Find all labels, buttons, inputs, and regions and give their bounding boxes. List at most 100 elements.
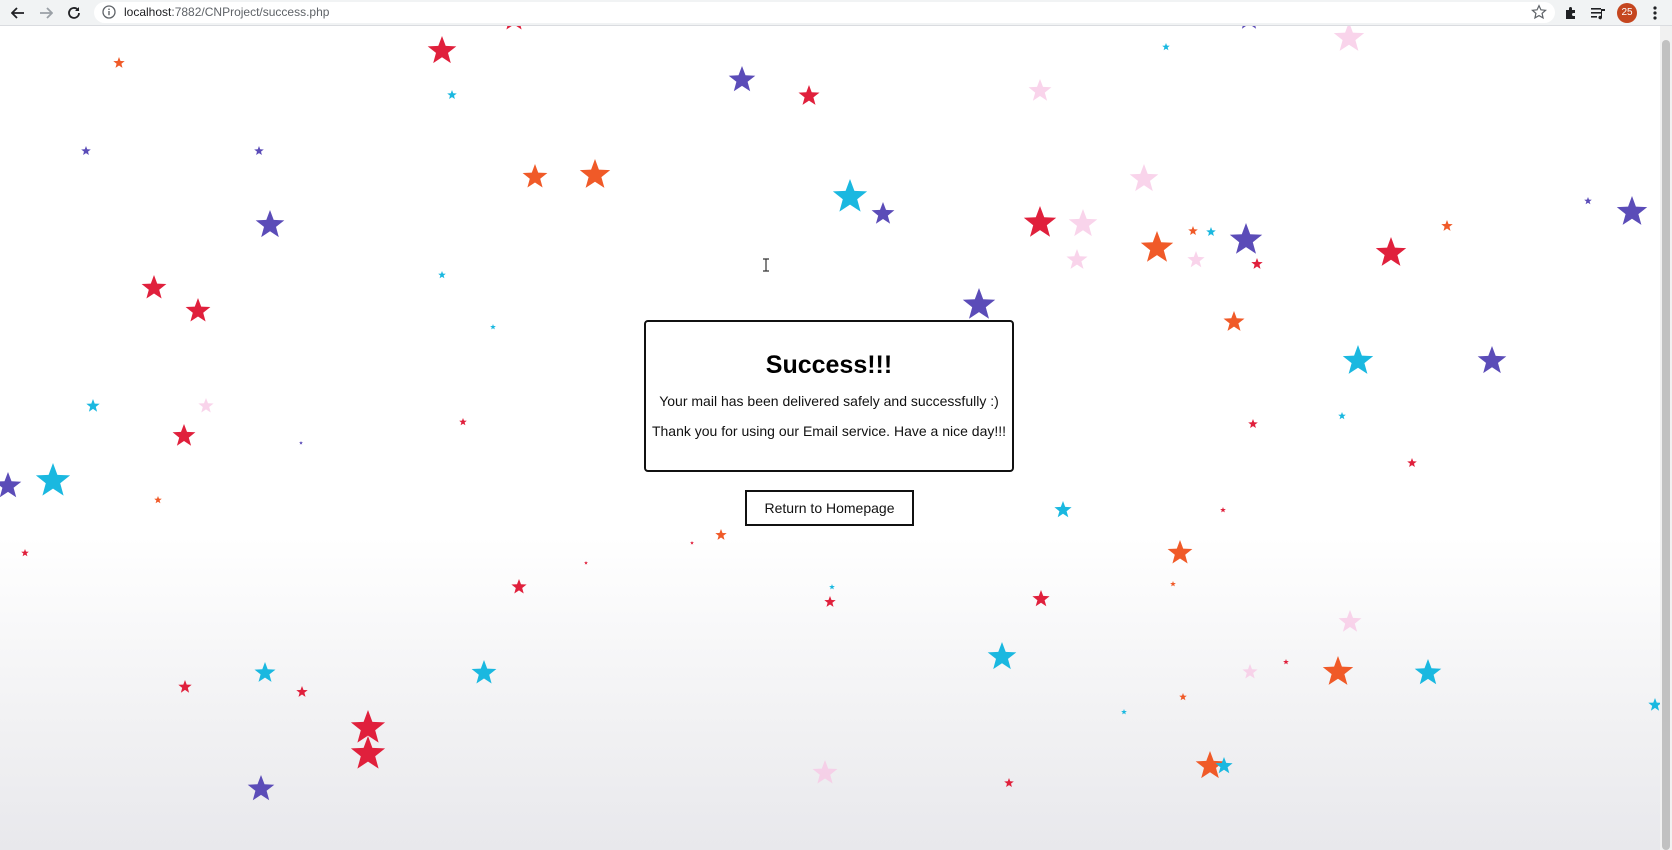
confetti-star-icon bbox=[1032, 590, 1050, 607]
confetti-star-icon bbox=[1066, 249, 1088, 269]
confetti-star-icon bbox=[1283, 659, 1289, 665]
confetti-star-icon bbox=[1206, 227, 1216, 236]
url-path: :7882/CNProject/success.php bbox=[171, 5, 330, 19]
confetti-star-icon bbox=[690, 541, 694, 545]
confetti-star-icon bbox=[1242, 664, 1258, 679]
confetti-star-icon bbox=[506, 26, 522, 30]
confetti-star-icon bbox=[1342, 345, 1374, 374]
confetti-star-icon bbox=[1129, 164, 1159, 192]
confetti-star-icon bbox=[1414, 659, 1442, 685]
confetti-star-icon bbox=[1333, 26, 1365, 51]
extensions-icon[interactable] bbox=[1561, 3, 1581, 23]
reload-icon[interactable] bbox=[64, 3, 84, 23]
confetti-star-icon bbox=[35, 463, 71, 496]
confetti-star-icon bbox=[1215, 757, 1233, 774]
confetti-star-icon bbox=[824, 596, 836, 607]
confetti-star-icon bbox=[1322, 656, 1354, 685]
confetti-star-icon bbox=[1407, 458, 1417, 467]
confetti-star-icon bbox=[871, 202, 895, 224]
vertical-scrollbar[interactable] bbox=[1660, 26, 1672, 850]
url-text: localhost:7882/CNProject/success.php bbox=[124, 5, 329, 20]
confetti-star-icon bbox=[715, 529, 727, 540]
confetti-star-icon bbox=[522, 164, 548, 188]
confetti-star-icon bbox=[81, 146, 91, 155]
info-icon[interactable] bbox=[102, 5, 116, 24]
confetti-star-icon bbox=[1477, 346, 1507, 374]
menu-kebab-icon[interactable] bbox=[1645, 3, 1665, 23]
confetti-star-icon bbox=[1616, 196, 1648, 225]
confetti-star-icon bbox=[459, 418, 467, 426]
confetti-star-icon bbox=[86, 399, 100, 412]
confetti-star-icon bbox=[154, 496, 162, 504]
confetti-star-icon bbox=[832, 179, 868, 212]
confetti-star-icon bbox=[1162, 43, 1170, 51]
thank-you-message: Thank you for using our Email service. H… bbox=[651, 423, 1007, 439]
confetti-star-icon bbox=[1241, 26, 1257, 29]
confetti-star-icon bbox=[1229, 223, 1263, 254]
confetti-star-icon bbox=[1054, 501, 1072, 518]
return-to-homepage-button[interactable]: Return to Homepage bbox=[745, 490, 914, 526]
confetti-star-icon bbox=[172, 424, 196, 446]
confetti-star-icon bbox=[1028, 79, 1052, 101]
confetti-star-icon bbox=[1121, 709, 1127, 715]
confetti-star-icon bbox=[1375, 237, 1407, 266]
confetti-star-icon bbox=[254, 662, 276, 682]
confetti-star-icon bbox=[1220, 507, 1226, 513]
confetti-star-icon bbox=[1223, 311, 1245, 331]
confetti-star-icon bbox=[511, 579, 527, 594]
confetti-star-icon bbox=[247, 775, 275, 801]
confetti-star-icon bbox=[296, 686, 308, 697]
confetti-star-icon bbox=[198, 398, 214, 413]
confetti-star-icon bbox=[1248, 419, 1258, 428]
confetti-star-icon bbox=[141, 275, 167, 299]
confetti-star-icon bbox=[1023, 206, 1057, 237]
delivery-message: Your mail has been delivered safely and … bbox=[659, 393, 999, 409]
confetti-star-icon bbox=[255, 210, 285, 238]
confetti-star-icon bbox=[185, 298, 211, 322]
confetti-star-icon bbox=[490, 324, 496, 330]
confetti-star-icon bbox=[113, 57, 125, 68]
confetti-star-icon bbox=[1179, 693, 1187, 701]
confetti-star-icon bbox=[829, 584, 835, 590]
confetti-star-icon bbox=[812, 760, 838, 784]
confetti-star-icon bbox=[1338, 610, 1362, 632]
text-cursor-icon bbox=[762, 258, 770, 277]
confetti-star-icon bbox=[1648, 698, 1660, 711]
browser-toolbar: localhost:7882/CNProject/success.php 25 bbox=[0, 0, 1672, 26]
confetti-star-icon bbox=[1441, 220, 1453, 231]
confetti-star-icon bbox=[962, 288, 996, 319]
confetti-star-icon bbox=[0, 472, 22, 498]
url-host: localhost bbox=[124, 5, 172, 19]
confetti-star-icon bbox=[798, 85, 820, 105]
confetti-star-icon bbox=[1584, 197, 1592, 205]
confetti-star-icon bbox=[178, 680, 192, 693]
confetti-star-icon bbox=[1188, 226, 1198, 235]
success-card: Success!!! Your mail has been delivered … bbox=[644, 320, 1014, 472]
confetti-star-icon bbox=[1170, 581, 1176, 587]
confetti-star-icon bbox=[447, 90, 457, 99]
confetti-star-icon bbox=[1251, 258, 1263, 269]
confetti-star-icon bbox=[728, 66, 756, 92]
confetti-star-icon bbox=[350, 736, 386, 769]
media-queue-icon[interactable] bbox=[1588, 3, 1608, 23]
confetti-star-icon bbox=[299, 441, 303, 445]
profile-avatar[interactable]: 25 bbox=[1617, 3, 1637, 23]
confetti-star-icon bbox=[438, 271, 446, 279]
confetti-star-icon bbox=[1004, 778, 1014, 787]
confetti-star-icon bbox=[584, 561, 588, 565]
scrollbar-thumb[interactable] bbox=[1662, 40, 1670, 850]
bookmark-star-icon[interactable] bbox=[1531, 4, 1547, 25]
confetti-star-icon bbox=[21, 549, 29, 557]
confetti-star-icon bbox=[1187, 251, 1205, 268]
confetti-star-icon bbox=[1338, 412, 1346, 420]
confetti-star-icon bbox=[471, 660, 497, 684]
confetti-star-icon bbox=[1167, 540, 1193, 564]
confetti-star-icon bbox=[427, 36, 457, 64]
back-icon[interactable] bbox=[8, 3, 28, 23]
confetti-star-icon bbox=[987, 642, 1017, 670]
confetti-star-icon bbox=[1068, 209, 1098, 237]
confetti-star-icon bbox=[254, 146, 264, 155]
forward-icon[interactable] bbox=[36, 3, 56, 23]
success-title: Success!!! bbox=[765, 351, 893, 379]
address-bar[interactable]: localhost:7882/CNProject/success.php bbox=[94, 2, 1555, 23]
